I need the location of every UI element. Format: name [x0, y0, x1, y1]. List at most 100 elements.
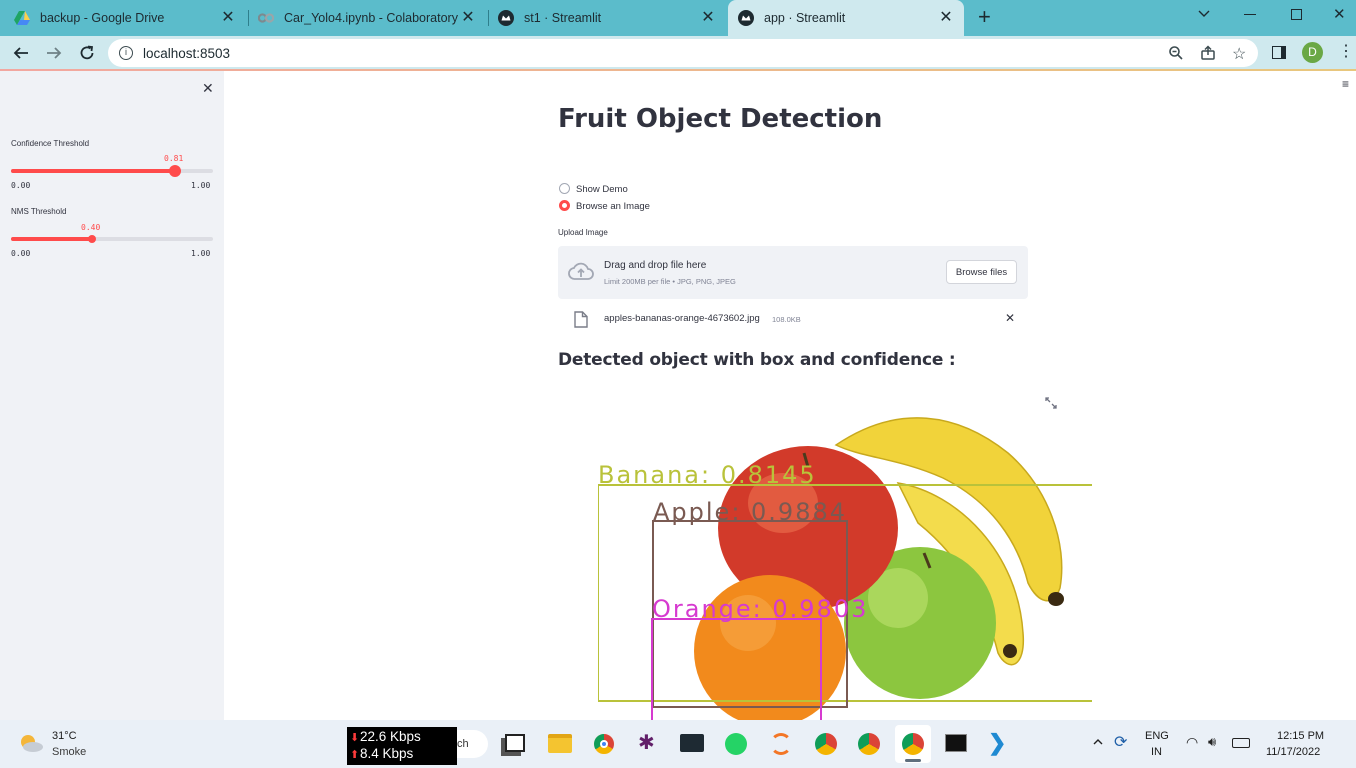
google-drive-icon [14, 10, 30, 26]
clock-time[interactable]: 12:15 PM [1277, 730, 1324, 742]
clock-date[interactable]: 11/17/2022 [1266, 746, 1320, 758]
weather-icon[interactable] [18, 732, 44, 759]
app-menu-icon[interactable]: ≡ [1342, 78, 1349, 90]
site-info-icon[interactable]: i [119, 46, 133, 60]
fullscreen-expand-icon[interactable] [1045, 396, 1057, 414]
slider-thumb[interactable] [168, 165, 181, 177]
file-icon [574, 311, 588, 333]
detected-heading: Detected object with box and confidence … [558, 350, 956, 370]
slider-min-label: 0.00 [11, 249, 31, 258]
profile-initial: D [1308, 45, 1317, 59]
profile-avatar[interactable]: D [1302, 42, 1323, 63]
tab-close-icon[interactable]: ✕ [220, 10, 236, 26]
show-hidden-icons-chevron[interactable] [1092, 735, 1104, 753]
browser-menu-icon[interactable]: ⋮ [1338, 44, 1354, 60]
download-arrow-icon: ⬇ [350, 732, 360, 744]
bookmark-star-icon[interactable]: ☆ [1232, 44, 1246, 64]
minimize-icon[interactable] [1244, 14, 1256, 15]
tab-search-chevron-icon[interactable] [1197, 6, 1211, 20]
nms-threshold-slider[interactable] [11, 235, 213, 243]
back-arrow-icon[interactable] [12, 44, 30, 67]
fruit-illustration: Banana: 0.8145 Apple: 0.9884 Orange: 0.980… [598, 417, 1092, 720]
file-dropzone[interactable]: Drag and drop file here Limit 200MB per … [558, 246, 1028, 299]
command-prompt-icon[interactable] [945, 734, 967, 752]
tab-title: app · Streamlit [764, 11, 846, 25]
tab-app-streamlit[interactable]: app · Streamlit ✕ [728, 0, 964, 36]
streamlit-icon [498, 10, 514, 26]
uploaded-file-name: apples-bananas-orange-4673602.jpg [604, 313, 760, 324]
nms-threshold-value: 0.40 [81, 223, 101, 232]
url-text: localhost:8503 [143, 46, 231, 61]
volume-icon[interactable]: 🔊︎ [1208, 734, 1216, 750]
search-box-text: ch [457, 738, 469, 750]
vscode-icon[interactable]: ❯ [988, 732, 1006, 754]
language-bottom[interactable]: IN [1151, 746, 1162, 758]
restore-icon[interactable] [1291, 9, 1302, 20]
forward-arrow-icon[interactable] [45, 44, 63, 67]
slider-min-label: 0.00 [11, 181, 31, 190]
detection-label: Orange: 0.9803 [652, 595, 868, 623]
chrome-profile-icon[interactable] [858, 733, 880, 755]
detection-label: Banana: 0.8145 [598, 461, 817, 489]
browse-files-button[interactable]: Browse files [946, 260, 1017, 284]
file-explorer-icon[interactable] [548, 734, 572, 753]
radio-show-demo[interactable] [559, 183, 570, 194]
tab-google-drive[interactable]: backup - Google Drive ✕ [14, 0, 246, 36]
window-close-icon[interactable]: ✕ [1333, 5, 1346, 23]
sidebar-close-icon[interactable]: ✕ [202, 80, 214, 97]
chrome-active-icon[interactable] [895, 725, 931, 763]
address-bar[interactable]: i localhost:8503 ☆ [108, 39, 1258, 67]
upload-label: Upload Image [558, 228, 608, 237]
slider-max-label: 1.00 [191, 249, 211, 258]
tab-title: backup - Google Drive [40, 11, 165, 25]
new-tab-icon[interactable]: + [978, 6, 991, 28]
detection-label: Apple: 0.9884 [653, 498, 847, 526]
slider-max-label: 1.00 [191, 181, 211, 190]
side-panel-icon[interactable] [1272, 46, 1286, 59]
nms-threshold-label: NMS Threshold [11, 207, 67, 216]
colab-icon [258, 10, 274, 26]
wifi-icon[interactable]: ◠ [1186, 734, 1198, 751]
dropzone-instruction: Drag and drop file here [604, 260, 707, 271]
sync-icon[interactable]: ⟳ [1114, 732, 1127, 752]
streamlit-icon [738, 10, 754, 26]
share-icon[interactable] [1200, 45, 1216, 66]
chrome-profile-icon[interactable] [815, 733, 837, 755]
confidence-threshold-slider[interactable] [11, 165, 213, 177]
slider-thumb[interactable] [87, 235, 96, 243]
jupyter-icon[interactable] [770, 733, 792, 755]
tab-colaboratory[interactable]: Car_Yolo4.ipynb - Colaboratory ✕ [258, 0, 486, 36]
detection-result-image: Banana: 0.8145 Apple: 0.9884 Orange: 0.980… [598, 383, 1092, 720]
tab-close-icon[interactable]: ✕ [938, 10, 954, 26]
chrome-icon[interactable] [593, 733, 615, 755]
net-download-speed: 22.6 Kbps [360, 729, 421, 744]
language-top[interactable]: ENG [1145, 730, 1169, 742]
radio-label-browse-image[interactable]: Browse an Image [576, 201, 650, 212]
uploaded-file-size: 108.0KB [772, 315, 801, 324]
zoom-icon[interactable] [1168, 45, 1184, 66]
windows-taskbar: 31°C Smoke ch ⬇ 22.6 Kbps ⬆ 8.4 Kbps ✱ ❯… [0, 720, 1356, 768]
tab-close-icon[interactable]: ✕ [460, 10, 476, 26]
slack-icon[interactable]: ✱ [638, 733, 655, 753]
cloud-upload-icon [568, 261, 594, 286]
battery-icon[interactable] [1232, 738, 1250, 748]
whatsapp-icon[interactable] [725, 733, 747, 755]
weather-temperature: 31°C [52, 730, 77, 742]
tab-title: st1 · Streamlit [524, 11, 602, 25]
radio-label-show-demo[interactable]: Show Demo [576, 184, 628, 195]
radio-browse-image[interactable] [559, 200, 570, 211]
terminal-app-icon[interactable] [680, 734, 704, 752]
tab-close-icon[interactable]: ✕ [700, 10, 716, 26]
tab-title: Car_Yolo4.ipynb - Colaboratory [284, 11, 458, 25]
tab-st1-streamlit[interactable]: st1 · Streamlit ✕ [498, 0, 726, 36]
network-speed-widget: ⬇ 22.6 Kbps ⬆ 8.4 Kbps [347, 727, 457, 765]
net-upload-speed: 8.4 Kbps [360, 746, 414, 761]
remove-file-icon[interactable]: ✕ [1005, 311, 1015, 325]
tab-separator [488, 10, 489, 26]
dropzone-limit: Limit 200MB per file • JPG, PNG, JPEG [604, 277, 736, 286]
browser-toolbar: i localhost:8503 ☆ D ⋮ [0, 36, 1356, 70]
confidence-threshold-value: 0.81 [164, 154, 184, 163]
task-view-icon[interactable] [505, 734, 525, 752]
slider-fill [11, 237, 92, 241]
reload-icon[interactable] [78, 44, 96, 67]
